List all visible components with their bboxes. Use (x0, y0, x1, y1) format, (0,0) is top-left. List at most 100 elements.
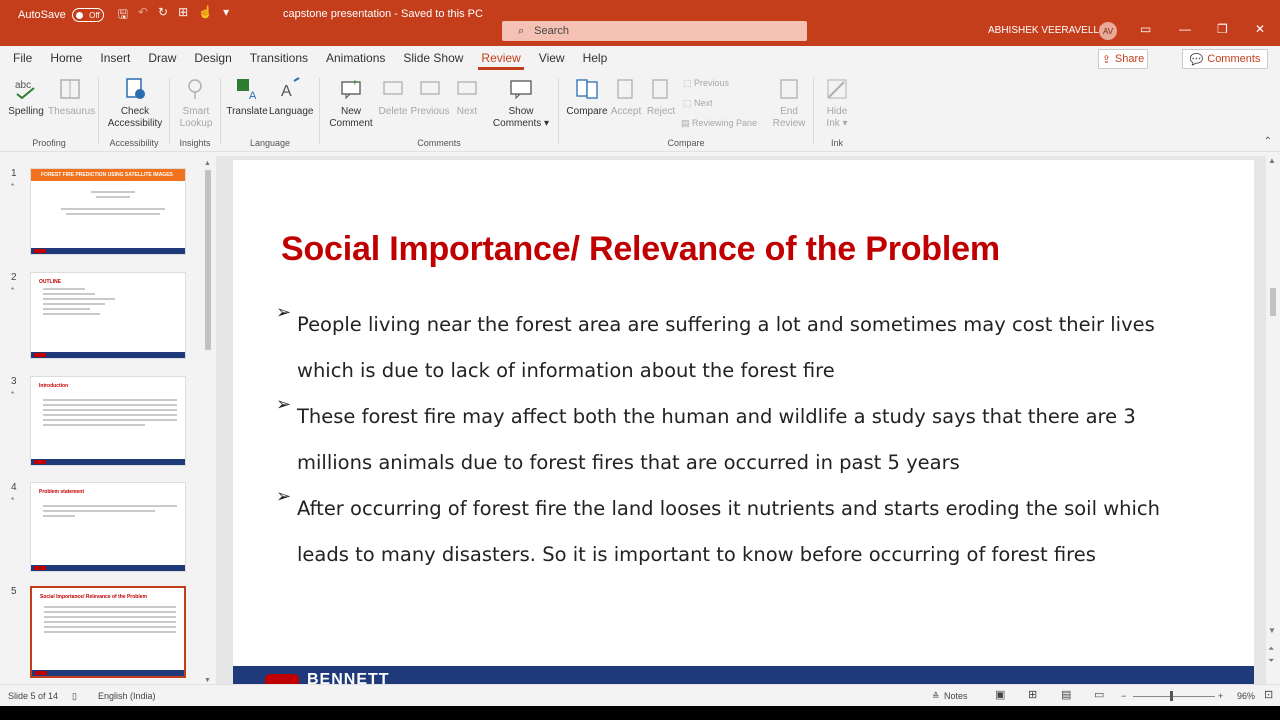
language-status[interactable]: English (India) (98, 691, 156, 701)
fit-to-window-icon[interactable]: ⊡ (1264, 688, 1273, 701)
thumbnails-scrollbar[interactable]: ▲ ▼ (203, 160, 213, 684)
thumb-footer (31, 459, 185, 465)
document-title[interactable]: capstone presentation - Saved to this PC (283, 8, 483, 20)
tab-insert[interactable]: Insert (91, 46, 139, 70)
redo-icon[interactable]: ↻ (158, 5, 168, 26)
delete-comment-button[interactable]: Delete (374, 76, 412, 118)
reject-button[interactable]: Reject (643, 76, 679, 118)
restore-icon[interactable]: ❐ (1217, 22, 1228, 36)
translate-button[interactable]: A Translate (225, 76, 269, 118)
close-icon[interactable]: ✕ (1255, 22, 1265, 36)
tab-design[interactable]: Design (185, 46, 240, 70)
customize-toolbar-icon[interactable]: ▾ (223, 5, 229, 26)
slide-thumbnail-3[interactable]: Introduction (30, 376, 186, 466)
zoom-out-icon[interactable]: − (1121, 691, 1126, 701)
tab-review[interactable]: Review (472, 46, 529, 70)
slide-show-icon[interactable]: ▭ (1094, 688, 1104, 701)
present-icon[interactable]: ⊞ (178, 5, 188, 26)
slide-canvas[interactable]: Social Importance/ Relevance of the Prob… (233, 160, 1254, 684)
check-accessibility-button[interactable]: Check Accessibility (104, 76, 166, 130)
thumb-star: * (11, 390, 15, 399)
normal-view-icon[interactable]: ▣ (995, 688, 1005, 701)
tab-help[interactable]: Help (574, 46, 617, 70)
touch-mode-icon[interactable]: ☝ (198, 5, 213, 26)
accessibility-check-icon[interactable]: ▯ (72, 691, 77, 702)
thumb-number: 1 (11, 168, 17, 179)
tab-view[interactable]: View (530, 46, 574, 70)
scroll-down-icon[interactable]: ▼ (1268, 626, 1276, 635)
comments-group-label: Comments (417, 138, 461, 148)
next-slide-icon[interactable]: ⏷ (1268, 656, 1274, 666)
new-comment-button[interactable]: + New Comment (328, 76, 374, 130)
tab-draw[interactable]: Draw (139, 46, 185, 70)
scrollbar-thumb[interactable] (205, 170, 211, 350)
next-change-button[interactable]: ⬚ Next (683, 98, 713, 109)
language-label: Language (269, 106, 314, 117)
delete-label: Delete (378, 106, 408, 117)
language-button[interactable]: A Language (269, 76, 314, 118)
ribbon-tabs: File Home Insert Draw Design Transitions Anima… (0, 46, 1280, 70)
scroll-up-icon[interactable]: ▲ (1268, 156, 1276, 165)
autosave-toggle[interactable]: AutoSave Off (18, 8, 104, 22)
smart-lookup-button[interactable]: Smart Lookup (174, 76, 218, 130)
accept-label: Accept (610, 106, 642, 117)
previous-change-button[interactable]: ⬚ Previous (683, 78, 729, 89)
next-comment-button[interactable]: Next (450, 76, 484, 118)
autosave-switch[interactable]: Off (71, 8, 104, 22)
spelling-button[interactable]: abc Spelling (8, 76, 44, 118)
zoom-level[interactable]: 96% (1237, 691, 1255, 701)
bullet-item[interactable]: ➢ People living near the forest area are… (276, 302, 1197, 394)
thumb-footer (31, 248, 185, 254)
scrollbar-thumb[interactable] (1270, 288, 1276, 316)
bullet-text: People living near the forest area are s… (297, 313, 1155, 382)
zoom-slider[interactable] (1133, 696, 1215, 697)
previous-comment-button[interactable]: Previous (410, 76, 450, 118)
lookup-label: Lookup (179, 118, 213, 129)
slide-thumbnail-1[interactable]: FOREST FIRE PREDICTION USING SATELLITE I… (30, 168, 186, 255)
collapse-ribbon-icon[interactable]: ⌃ (1264, 136, 1272, 147)
bullet-item[interactable]: ➢ These forest fire may affect both the … (276, 394, 1197, 486)
proofing-group: abc Spelling Thesaurus Proofing (0, 72, 98, 152)
save-icon[interactable]: 🖫 (118, 5, 128, 26)
ribbon-display-icon[interactable]: ▭ (1140, 22, 1151, 36)
tab-file[interactable]: File (4, 46, 41, 70)
tab-transitions[interactable]: Transitions (241, 46, 317, 70)
previous-slide-icon[interactable]: ⏶ (1268, 644, 1274, 654)
slide-sorter-icon[interactable]: ⊞ (1028, 688, 1037, 701)
reading-view-icon[interactable]: ▤ (1061, 688, 1071, 701)
slide-title[interactable]: Social Importance/ Relevance of the Prob… (281, 230, 1000, 269)
user-name[interactable]: ABHISHEK VEERAVELLI (988, 25, 1102, 36)
accept-button[interactable]: Accept (607, 76, 645, 118)
zoom-slider-handle[interactable] (1170, 691, 1173, 701)
avatar[interactable]: AV (1099, 22, 1117, 40)
previous-comment-icon (420, 81, 440, 95)
search-input[interactable]: ⌕ Search (502, 21, 807, 41)
slide-thumbnail-4[interactable]: Problem statement (30, 482, 186, 572)
show-comments-button[interactable]: Show Comments ▾ (490, 76, 552, 130)
thesaurus-button[interactable]: Thesaurus (48, 76, 95, 118)
end-review-button[interactable]: End Review (767, 76, 811, 130)
undo-icon[interactable]: ↶ (138, 5, 148, 26)
scroll-up-icon[interactable]: ▲ (204, 160, 211, 167)
tab-animations[interactable]: Animations (317, 46, 394, 70)
accessibility-icon (126, 78, 145, 99)
spelling-label: Spelling (8, 106, 44, 117)
reviewing-pane-button[interactable]: ▤ Reviewing Pane (681, 118, 757, 129)
scroll-down-icon[interactable]: ▼ (204, 677, 211, 684)
slide-thumbnail-2[interactable]: OUTLINE (30, 272, 186, 359)
zoom-in-icon[interactable]: + (1218, 691, 1223, 701)
slide-scrollbar[interactable]: ▲ ▼ ⏶ ⏷ (1266, 156, 1280, 684)
share-button[interactable]: ⇪ Share (1098, 49, 1148, 69)
minimize-icon[interactable]: — (1179, 22, 1191, 36)
tab-home[interactable]: Home (41, 46, 91, 70)
thumb-footer (31, 352, 185, 358)
bullet-item[interactable]: ➢ After occurring of forest fire the lan… (276, 486, 1197, 578)
tab-slide-show[interactable]: Slide Show (394, 46, 472, 70)
footer-logo-text: BENNETT (307, 671, 390, 684)
compare-button[interactable]: Compare (563, 76, 611, 118)
comments-button[interactable]: 💬 Comments (1182, 49, 1268, 69)
svg-text:A: A (249, 90, 257, 102)
slide-thumbnail-5[interactable]: Social Importance/ Relevance of the Prob… (30, 586, 186, 678)
notes-button[interactable]: Notes (944, 691, 968, 701)
hide-ink-button[interactable]: Hide Ink ▾ (816, 76, 858, 130)
